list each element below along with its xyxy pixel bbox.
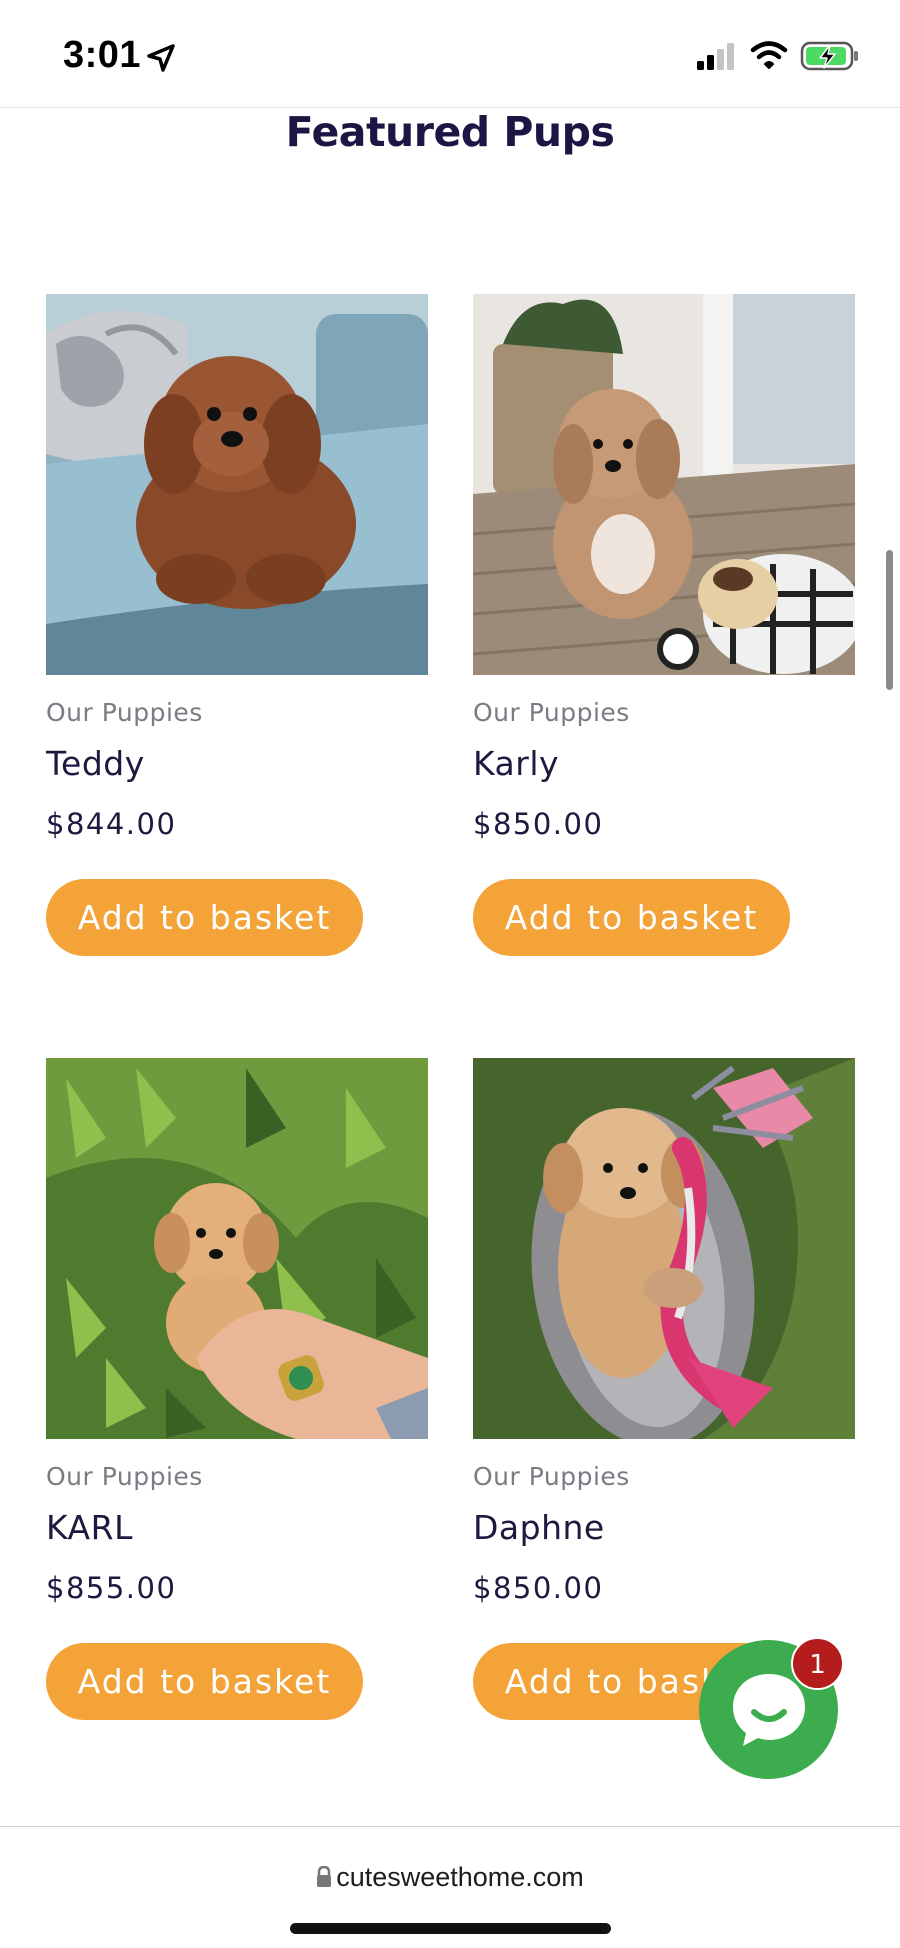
add-to-basket-button[interactable]: Add to basket	[473, 879, 790, 956]
product-price: $850.00	[473, 1571, 604, 1605]
location-arrow-icon	[147, 44, 175, 72]
chat-bubble-icon	[733, 1674, 805, 1746]
product-image[interactable]	[46, 1058, 428, 1439]
status-bar: 3:01	[0, 0, 900, 108]
add-to-basket-button[interactable]: Add to basket	[46, 1643, 363, 1720]
puppy-photo-teddy	[46, 294, 428, 675]
url-text: cutesweethome.com	[336, 1862, 584, 1892]
browser-url-bar[interactable]: cutesweethome.com	[0, 1826, 900, 1948]
product-category: Our Puppies	[46, 1462, 203, 1491]
add-to-basket-button[interactable]: Add to basket	[46, 879, 363, 956]
cellular-signal-icon	[697, 43, 734, 70]
wifi-icon	[750, 41, 788, 69]
puppy-photo-daphne	[473, 1058, 855, 1439]
product-price: $850.00	[473, 807, 604, 841]
battery-charging-icon	[800, 41, 858, 71]
home-indicator[interactable]	[290, 1923, 611, 1934]
product-price: $855.00	[46, 1571, 177, 1605]
product-category: Our Puppies	[473, 1462, 630, 1491]
product-category: Our Puppies	[46, 698, 203, 727]
product-image[interactable]	[473, 1058, 855, 1439]
puppy-photo-karl	[46, 1058, 428, 1439]
status-time: 3:01	[63, 34, 142, 76]
product-price: $844.00	[46, 807, 177, 841]
product-image[interactable]	[473, 294, 855, 675]
product-name[interactable]: Teddy	[46, 744, 145, 783]
scrollbar-thumb[interactable]	[886, 550, 893, 690]
lock-icon	[317, 1866, 332, 1887]
puppy-photo-karly	[473, 294, 855, 675]
product-image[interactable]	[46, 294, 428, 675]
product-name[interactable]: Daphne	[473, 1508, 605, 1547]
product-name[interactable]: Karly	[473, 744, 559, 783]
url-display[interactable]: cutesweethome.com	[0, 1862, 900, 1893]
product-category: Our Puppies	[473, 698, 630, 727]
section-title: Featured Pups	[285, 108, 615, 156]
chat-notification-badge: 1	[791, 1637, 844, 1690]
product-name[interactable]: KARL	[46, 1508, 133, 1547]
